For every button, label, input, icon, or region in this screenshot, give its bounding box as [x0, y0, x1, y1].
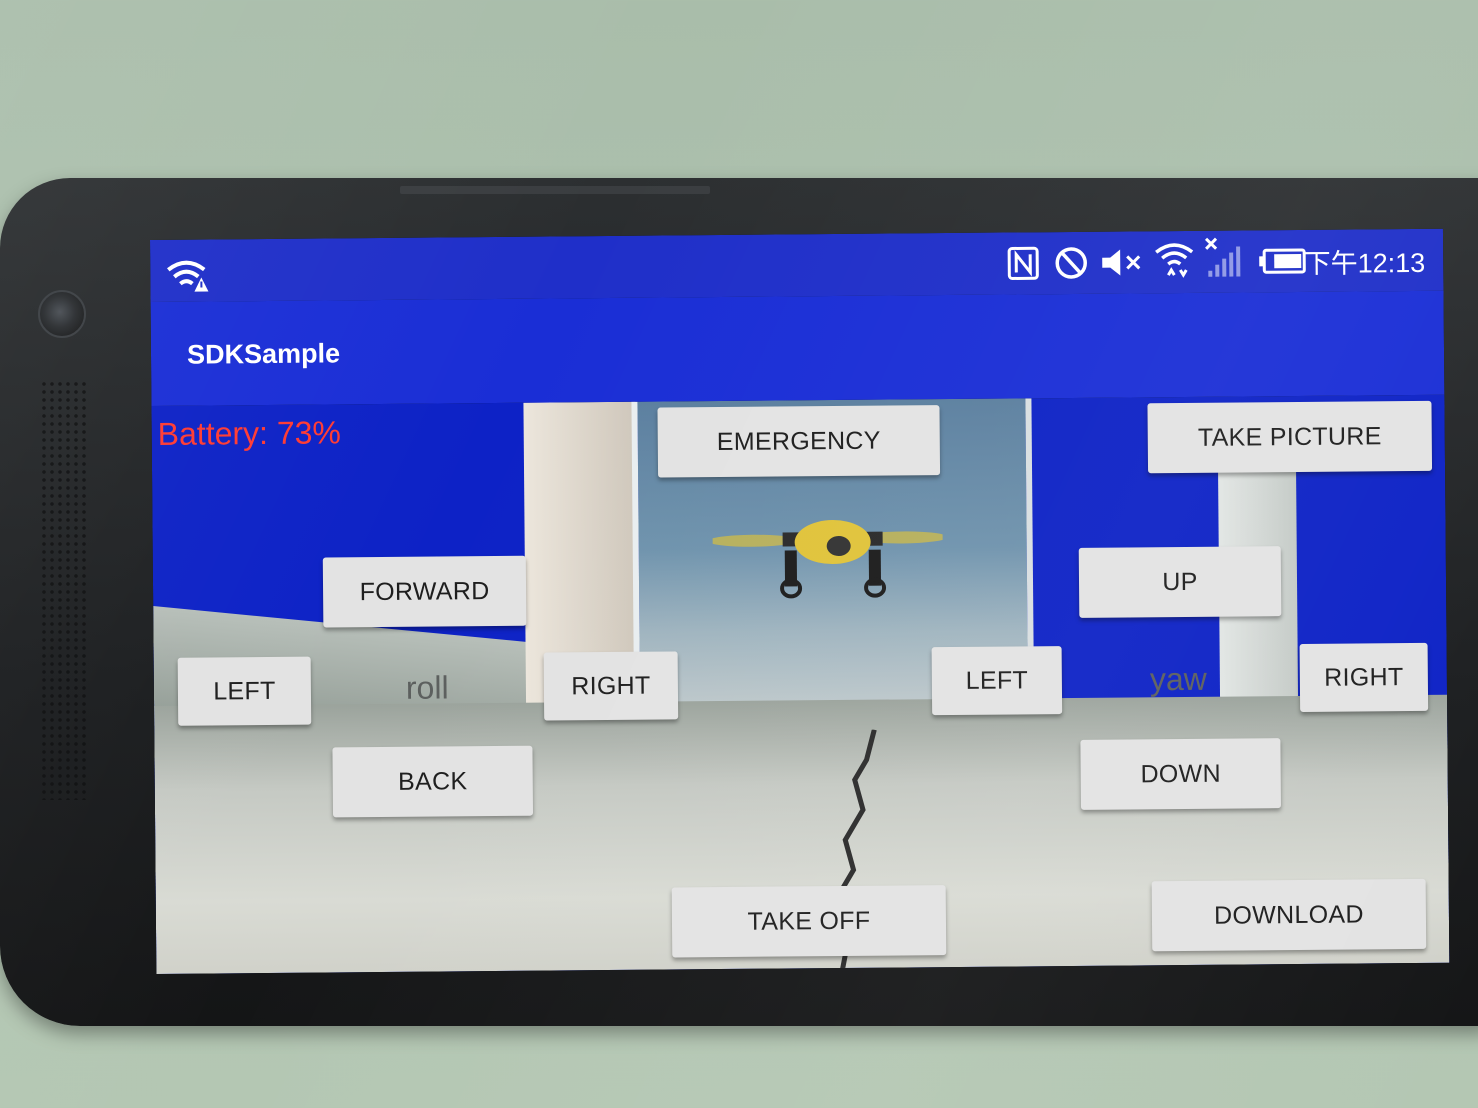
app-title: SDKSample [186, 338, 341, 370]
yaw-right-button[interactable]: RIGHT [1299, 642, 1429, 712]
roll-right-button[interactable]: RIGHT [543, 651, 679, 721]
camera-feed-view: Battery: 73% EMERGENCY TAKE PICTURE FORW… [151, 394, 1450, 974]
signal-off-icon [1204, 237, 1241, 277]
download-button[interactable]: DOWNLOAD [1151, 878, 1427, 952]
take-off-button[interactable]: TAKE OFF [671, 885, 947, 958]
nfc-icon [1007, 246, 1039, 280]
front-camera [38, 290, 86, 338]
back-button[interactable]: BACK [332, 745, 534, 818]
emergency-button[interactable]: EMERGENCY [657, 405, 941, 478]
do-not-disturb-icon [1055, 247, 1087, 279]
drone-picture [712, 520, 944, 599]
mute-icon [1102, 249, 1141, 276]
phone-screen: 下午12:13 SDKSample Battery: 73% EMERGENCY… [150, 228, 1450, 974]
yaw-label: yaw [1149, 660, 1207, 698]
roll-label: roll [405, 669, 449, 706]
app-bar: SDKSample [150, 290, 1445, 406]
forward-button[interactable]: FORWARD [322, 555, 527, 628]
wifi-icon [1155, 243, 1194, 278]
battery-status: Battery: 73% [157, 414, 342, 452]
down-button[interactable]: DOWN [1080, 738, 1282, 810]
take-picture-button[interactable]: TAKE PICTURE [1147, 400, 1433, 474]
phone-power-button [400, 186, 710, 194]
status-bar: 下午12:13 [150, 228, 1444, 302]
roll-left-button[interactable]: LEFT [177, 656, 312, 726]
wifi-warning-icon [167, 260, 209, 292]
phone-speaker-grille [40, 380, 86, 800]
status-clock: 下午12:13 [1303, 247, 1426, 279]
up-button[interactable]: UP [1078, 546, 1282, 618]
battery-icon [1259, 248, 1306, 274]
yaw-left-button[interactable]: LEFT [931, 646, 1063, 716]
